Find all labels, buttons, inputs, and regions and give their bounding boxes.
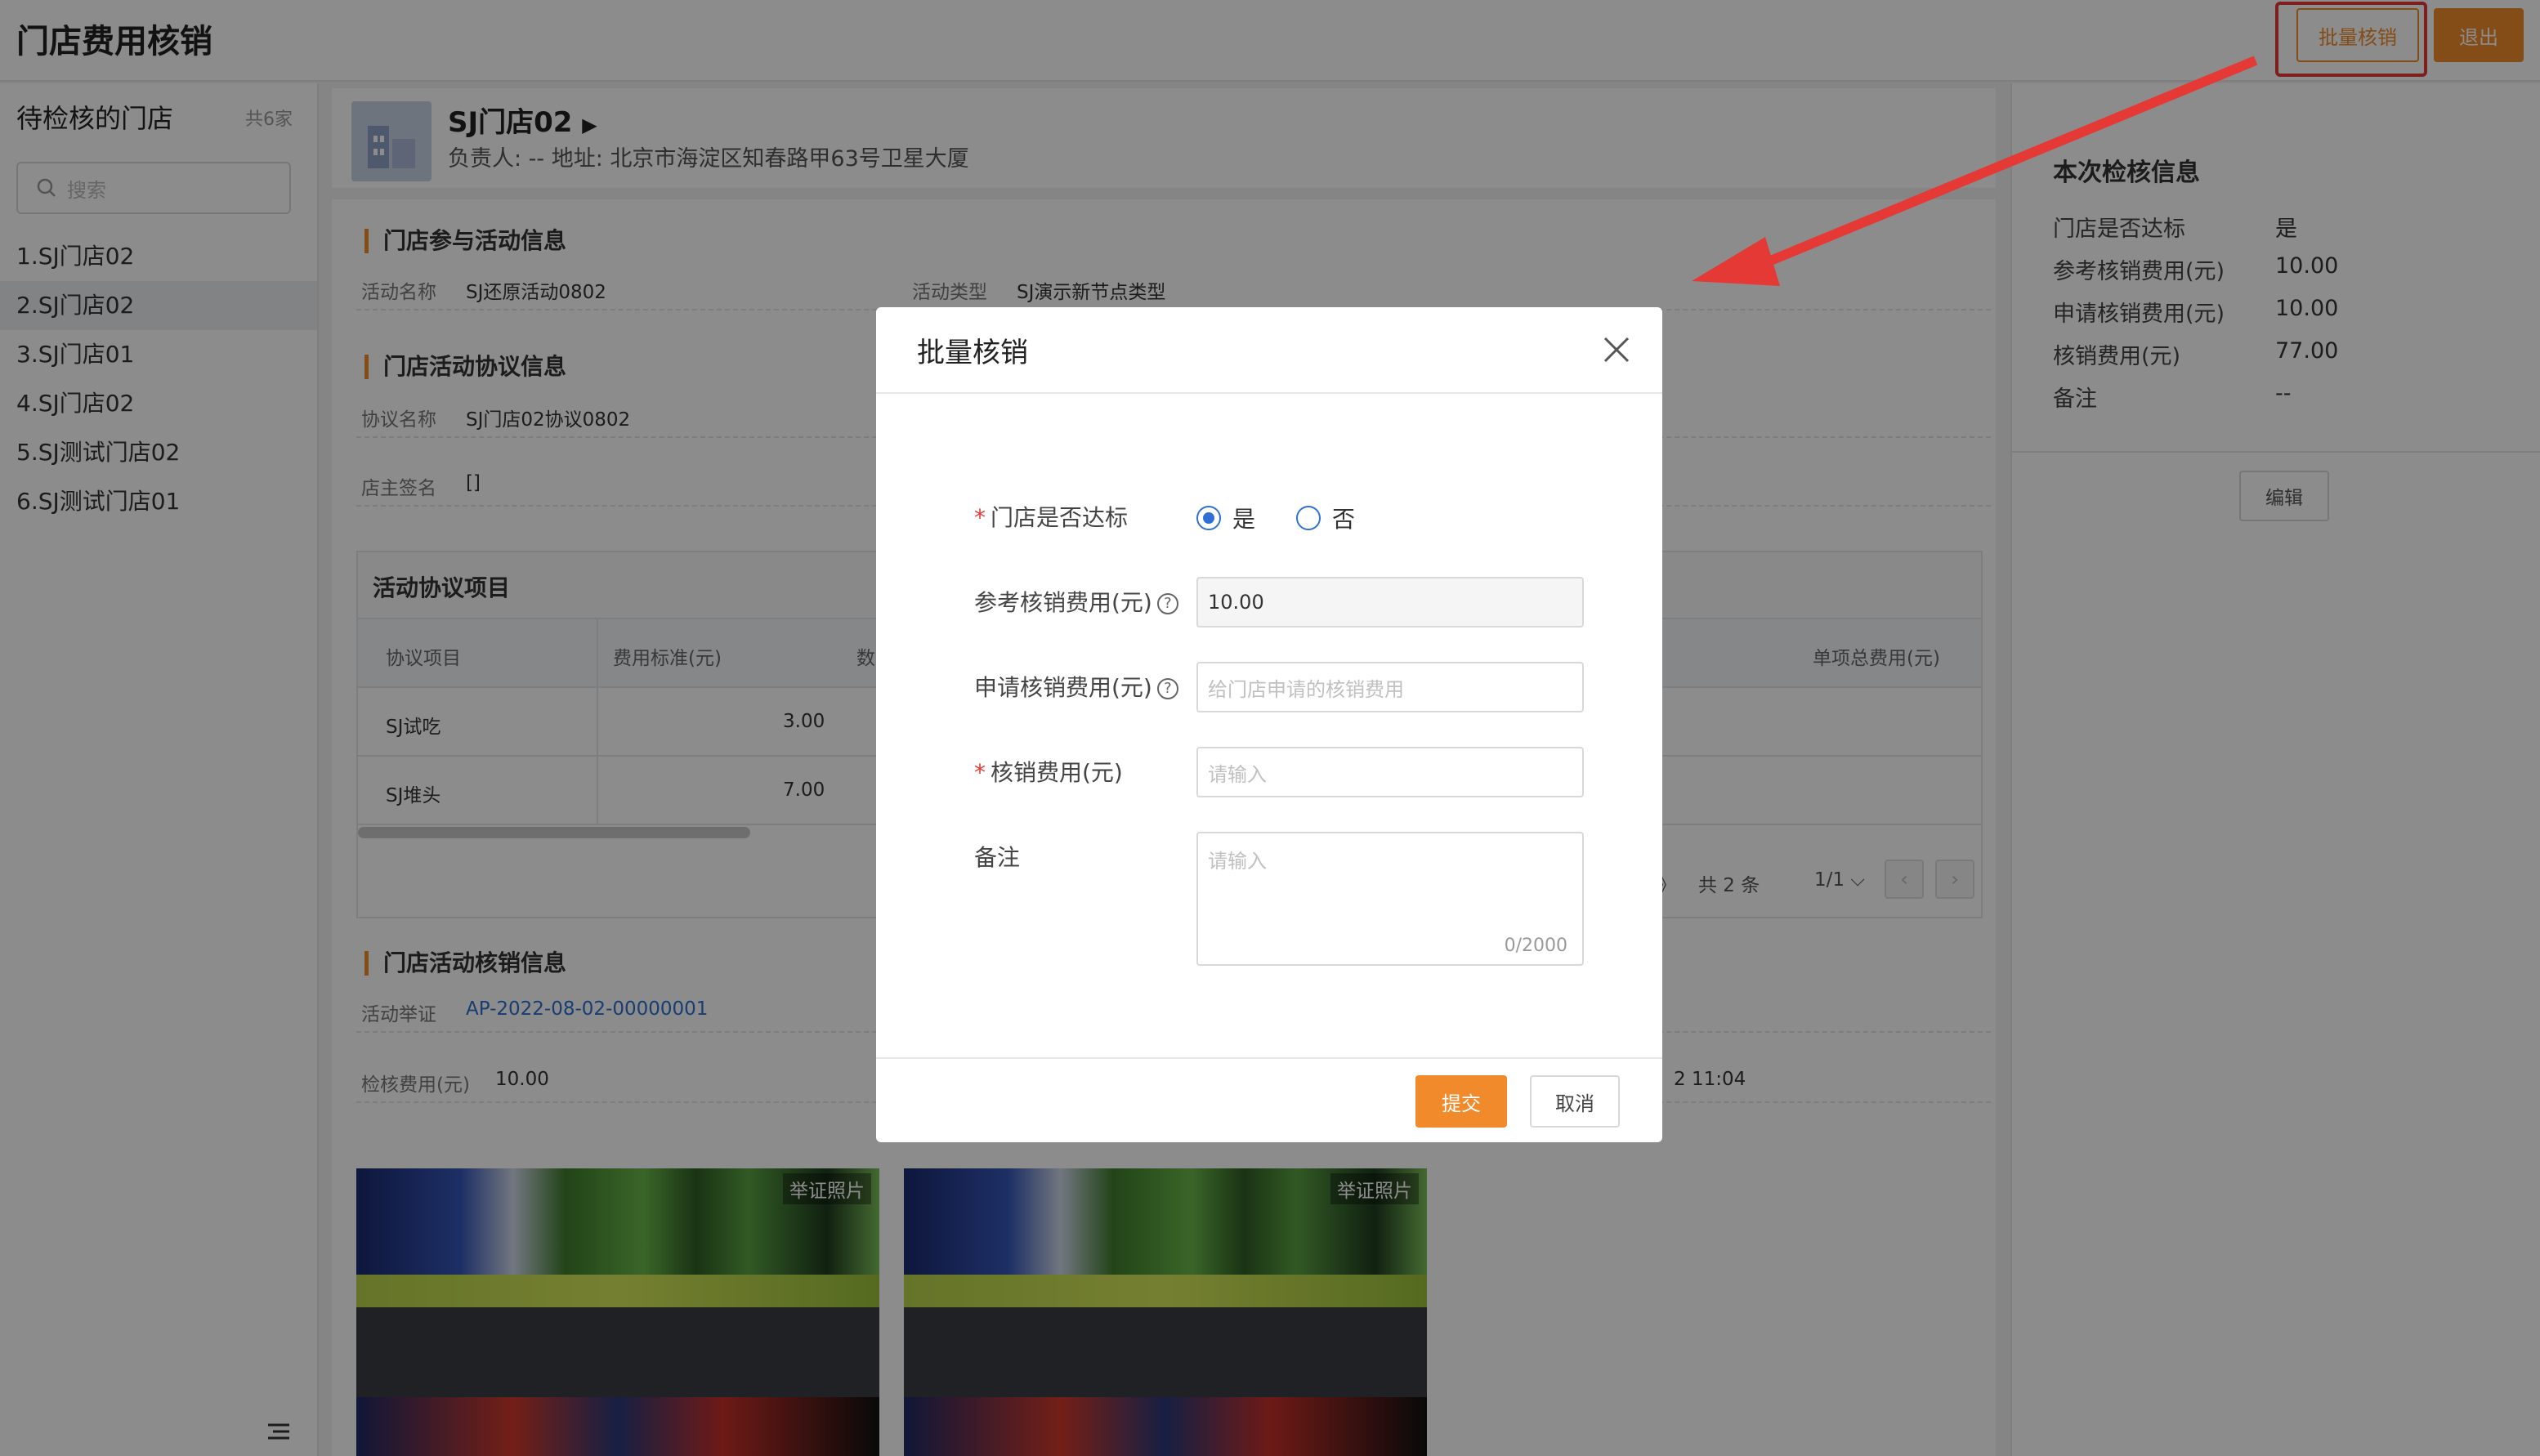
batch-verify-modal: 批量核销 * 门店是否达标 是 否 参考核销费用(元)? 10.00 申请核销费用… <box>876 307 1662 1142</box>
apply-fee-placeholder: 给门店申请的核销费用 <box>1208 677 1404 701</box>
page: 门店费用核销 批量核销 退出 待检核的门店 共6家 搜索 1.SJ门店02 2.… <box>0 0 2540 1456</box>
cancel-button[interactable]: 取消 <box>1530 1075 1620 1128</box>
close-icon[interactable] <box>1595 328 1638 371</box>
apply-fee-label: 申请核销费用(元)? <box>974 670 1178 703</box>
radio-yes-label[interactable]: 是 <box>1232 502 1255 534</box>
help-icon[interactable]: ? <box>1156 678 1178 699</box>
modal-header: 批量核销 <box>876 307 1662 394</box>
radio-no-label[interactable]: 否 <box>1332 502 1355 534</box>
help-icon[interactable]: ? <box>1156 593 1178 614</box>
fee-input[interactable]: 请输入 <box>1196 747 1584 797</box>
modal-title: 批量核销 <box>917 337 1028 369</box>
remark-counter: 0/2000 <box>1504 936 1567 956</box>
modal-footer: 提交 取消 <box>876 1057 1662 1142</box>
required-mark: * <box>974 504 986 531</box>
remark-label: 备注 <box>974 844 1021 871</box>
fee-placeholder: 请输入 <box>1208 762 1267 786</box>
ref-fee-label: 参考核销费用(元)? <box>974 585 1178 618</box>
apply-fee-input[interactable]: 给门店申请的核销费用 <box>1196 662 1584 712</box>
remark-placeholder: 请输入 <box>1208 850 1267 873</box>
fee-label: * 核销费用(元) <box>974 759 1123 786</box>
qualified-radio-group: 是 否 <box>1196 502 1355 534</box>
ref-fee-input[interactable]: 10.00 <box>1196 577 1584 628</box>
submit-button[interactable]: 提交 <box>1415 1075 1507 1128</box>
remark-textarea[interactable]: 请输入 0/2000 <box>1196 832 1584 966</box>
radio-no[interactable] <box>1296 506 1321 530</box>
radio-yes[interactable] <box>1196 506 1221 530</box>
qualified-label: * 门店是否达标 <box>974 504 1129 531</box>
required-mark: * <box>974 759 986 786</box>
